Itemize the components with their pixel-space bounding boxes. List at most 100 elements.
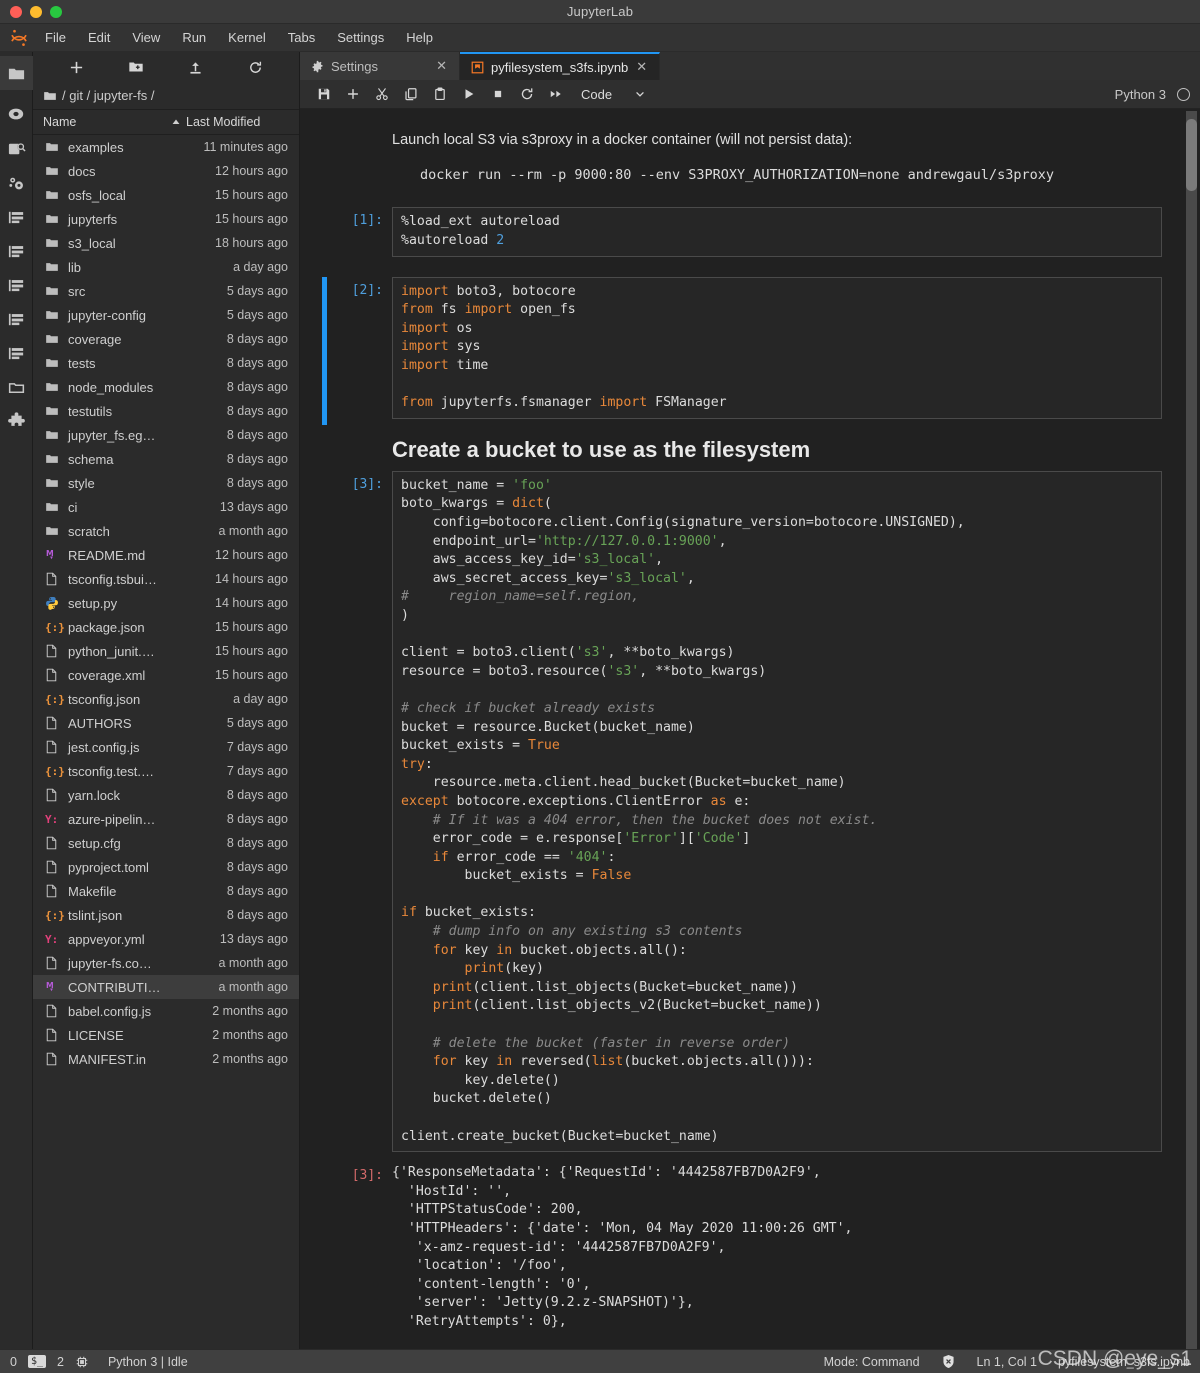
notebook-count[interactable]: 2	[57, 1355, 64, 1369]
cursor-position[interactable]: Ln 1, Col 1	[977, 1355, 1037, 1369]
file-list-item[interactable]: AUTHORS 5 days ago	[33, 711, 299, 735]
markdown-cell-heading[interactable]: Create a bucket to use as the filesystem	[320, 437, 1162, 463]
scrollbar-thumb[interactable]	[1186, 119, 1197, 191]
file-list-item[interactable]: LICENSE 2 months ago	[33, 1023, 299, 1047]
file-list-item[interactable]: jest.config.js 7 days ago	[33, 735, 299, 759]
save-button[interactable]	[310, 83, 337, 106]
code-cell-3[interactable]: [3]: bucket_name = 'foo' boto_kwargs = d…	[320, 470, 1162, 1153]
sidebar-item-running[interactable]	[0, 98, 33, 132]
file-list-item[interactable]: setup.py 14 hours ago	[33, 591, 299, 615]
paste-cell-button[interactable]	[426, 83, 453, 106]
file-list-item[interactable]: coverage 8 days ago	[33, 327, 299, 351]
column-header-last-modified[interactable]: Last Modified	[171, 115, 299, 129]
tab-settings[interactable]: Settings ✕	[300, 52, 460, 80]
file-list-item[interactable]: {:} tslint.json 8 days ago	[33, 903, 299, 927]
sidebar-item-property-inspector[interactable]	[0, 166, 33, 200]
file-list-item[interactable]: jupyter_fs.eg… 8 days ago	[33, 423, 299, 447]
file-list-item[interactable]: osfs_local 15 hours ago	[33, 183, 299, 207]
file-list-item[interactable]: Makefile 8 days ago	[33, 879, 299, 903]
close-icon[interactable]: ✕	[435, 58, 448, 74]
new-folder-button[interactable]	[123, 55, 149, 79]
code-cell-1[interactable]: [1]: %load_ext autoreload %autoreload 2	[320, 207, 1162, 257]
kernel-indicator[interactable]: Python 3	[1115, 87, 1190, 102]
sidebar-item-jupyterfs-2[interactable]	[0, 234, 33, 268]
sidebar-item-jupyterfs-1[interactable]	[0, 200, 33, 234]
file-list-item[interactable]: {:} tsconfig.json a day ago	[33, 687, 299, 711]
file-list-item[interactable]: MANIFEST.in 2 months ago	[33, 1047, 299, 1071]
file-list-item[interactable]: src 5 days ago	[33, 279, 299, 303]
sidebar-item-open-tabs[interactable]	[0, 370, 33, 404]
menu-run[interactable]: Run	[171, 27, 217, 48]
file-list-item[interactable]: coverage.xml 15 hours ago	[33, 663, 299, 687]
column-header-name[interactable]: Name	[33, 115, 171, 129]
code-cell-2[interactable]: [2]: import boto3, botocore from fs impo…	[320, 276, 1162, 425]
menu-view[interactable]: View	[121, 27, 171, 48]
file-list-item[interactable]: python_junit.… 15 hours ago	[33, 639, 299, 663]
run-cell-button[interactable]	[455, 83, 482, 106]
file-list-item[interactable]: tsconfig.tsbui… 14 hours ago	[33, 567, 299, 591]
sidebar-item-jupyterfs-5[interactable]	[0, 336, 33, 370]
file-list-item[interactable]: jupyter-fs.co… a month ago	[33, 951, 299, 975]
upload-button[interactable]	[183, 55, 209, 79]
file-list-item[interactable]: babel.config.js 2 months ago	[33, 999, 299, 1023]
insert-cell-button[interactable]	[339, 83, 366, 106]
file-list-item[interactable]: schema 8 days ago	[33, 447, 299, 471]
cell-type-select[interactable]: Code	[581, 87, 646, 102]
current-filename[interactable]: pyfilesystem_s3fs.ipynb	[1058, 1355, 1190, 1369]
file-list-item[interactable]: {:} tsconfig.test.… 7 days ago	[33, 759, 299, 783]
cut-cell-button[interactable]	[368, 83, 395, 106]
file-list-item[interactable]: M README.md 12 hours ago	[33, 543, 299, 567]
file-list-item[interactable]: Y: appveyor.yml 13 days ago	[33, 927, 299, 951]
markdown-cell-intro[interactable]: Launch local S3 via s3proxy in a docker …	[320, 123, 1162, 187]
file-list-item[interactable]: scratch a month ago	[33, 519, 299, 543]
file-list-item[interactable]: ci 13 days ago	[33, 495, 299, 519]
file-list[interactable]: examples 11 minutes ago docs 12 hours ago os…	[33, 135, 299, 1349]
menu-edit[interactable]: Edit	[77, 27, 121, 48]
file-list-item[interactable]: yarn.lock 8 days ago	[33, 783, 299, 807]
menu-kernel[interactable]: Kernel	[217, 27, 277, 48]
file-list-item[interactable]: Y: azure-pipelin… 8 days ago	[33, 807, 299, 831]
menu-tabs[interactable]: Tabs	[277, 27, 326, 48]
new-launcher-button[interactable]	[64, 55, 90, 79]
kernel-status[interactable]: Python 3 | Idle	[108, 1355, 188, 1369]
sidebar-item-jupyterfs-4[interactable]	[0, 302, 33, 336]
sidebar-item-file-browser[interactable]	[0, 56, 33, 90]
cpu-chip-icon[interactable]	[75, 1355, 89, 1369]
file-list-item[interactable]: {:} package.json 15 hours ago	[33, 615, 299, 639]
close-icon[interactable]: ✕	[635, 59, 648, 75]
kernel-count[interactable]: 0	[10, 1355, 17, 1369]
restart-kernel-button[interactable]	[513, 83, 540, 106]
sidebar-item-extension-manager[interactable]	[0, 404, 33, 438]
cell-editor[interactable]: %load_ext autoreload %autoreload 2	[392, 207, 1162, 257]
sidebar-item-jupyterfs-3[interactable]	[0, 268, 33, 302]
file-list-item[interactable]: s3_local 18 hours ago	[33, 231, 299, 255]
shield-cross-icon[interactable]	[941, 1354, 956, 1369]
menu-settings[interactable]: Settings	[326, 27, 395, 48]
file-list-item[interactable]: pyproject.toml 8 days ago	[33, 855, 299, 879]
file-list-item[interactable]: setup.cfg 8 days ago	[33, 831, 299, 855]
file-list-item[interactable]: docs 12 hours ago	[33, 159, 299, 183]
cell-editor[interactable]: import boto3, botocore from fs import op…	[392, 276, 1162, 419]
editor-mode[interactable]: Mode: Command	[824, 1355, 920, 1369]
notebook-scrollbar[interactable]	[1186, 111, 1197, 1349]
menu-file[interactable]: File	[34, 27, 77, 48]
cell-editor[interactable]: bucket_name = 'foo' boto_kwargs = dict( …	[392, 470, 1162, 1153]
menu-help[interactable]: Help	[395, 27, 444, 48]
file-list-item[interactable]: testutils 8 days ago	[33, 399, 299, 423]
file-list-item[interactable]: examples 11 minutes ago	[33, 135, 299, 159]
file-list-item[interactable]: M CONTRIBUTI… a month ago	[33, 975, 299, 999]
sidebar-item-command-palette[interactable]	[0, 132, 33, 166]
notebook-scroll-area[interactable]: Launch local S3 via s3proxy in a docker …	[300, 109, 1200, 1349]
copy-cell-button[interactable]	[397, 83, 424, 106]
file-list-item[interactable]: lib a day ago	[33, 255, 299, 279]
file-list-item[interactable]: tests 8 days ago	[33, 351, 299, 375]
terminal-icon[interactable]: $_	[27, 1355, 46, 1368]
interrupt-kernel-button[interactable]	[484, 83, 511, 106]
file-list-item[interactable]: style 8 days ago	[33, 471, 299, 495]
breadcrumb[interactable]: / git / jupyter-fs /	[33, 82, 299, 110]
restart-run-all-button[interactable]	[542, 83, 569, 106]
file-list-item[interactable]: node_modules 8 days ago	[33, 375, 299, 399]
tab-pyfilesystem-notebook[interactable]: pyfilesystem_s3fs.ipynb ✕	[460, 52, 661, 80]
refresh-button[interactable]	[242, 55, 268, 79]
file-list-item[interactable]: jupyterfs 15 hours ago	[33, 207, 299, 231]
